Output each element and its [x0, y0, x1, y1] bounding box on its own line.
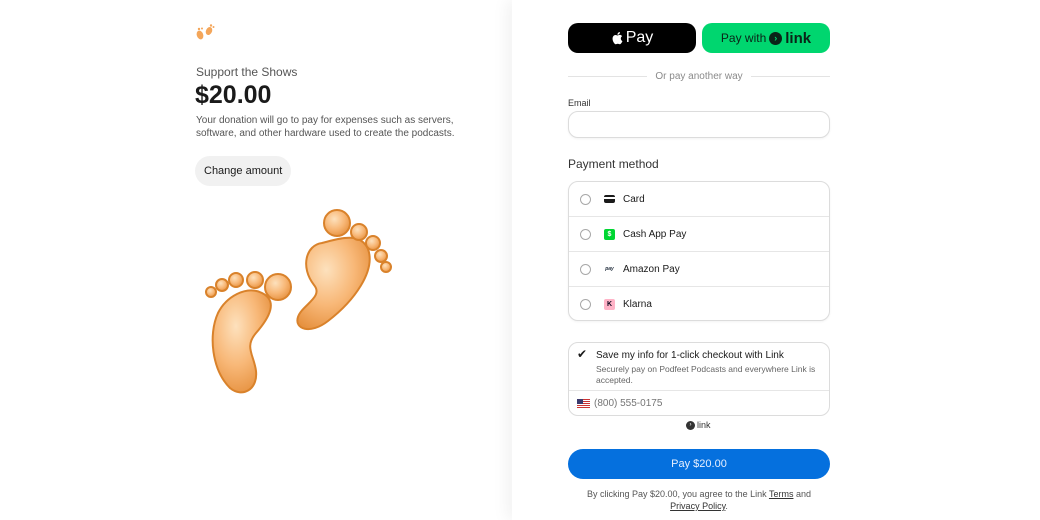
pay-button[interactable]: Pay $20.00	[568, 449, 830, 479]
save-info-row[interactable]: ✔ Save my info for 1-click checkout with…	[569, 343, 829, 391]
terms-link[interactable]: Terms	[769, 489, 794, 499]
payment-option-klarna[interactable]: K Klarna	[569, 287, 829, 320]
donation-amount: $20.00	[195, 81, 272, 109]
link-badge: › link	[686, 420, 711, 430]
payment-method-title: Payment method	[568, 157, 659, 171]
payment-option-label: Card	[623, 193, 645, 205]
save-info-title: Save my info for 1-click checkout with L…	[596, 350, 784, 361]
payment-option-amazon-pay[interactable]: pay Amazon Pay	[569, 252, 829, 287]
legal-text: By clicking Pay $20.00, you agree to the…	[568, 488, 830, 512]
legal-suffix: .	[725, 501, 728, 511]
legal-and: and	[795, 489, 811, 499]
footprints-image	[205, 209, 392, 394]
radio-button[interactable]	[580, 263, 591, 275]
payment-method-list: Card $ Cash App Pay pay Amazon Pay K Kla…	[568, 181, 830, 321]
pay-with-link-button[interactable]: Pay with › link	[702, 23, 830, 53]
express-checkout-row: Pay Pay with › link	[568, 23, 830, 53]
divider-line-left	[568, 75, 648, 77]
radio-button[interactable]	[580, 299, 591, 310]
phone-row	[569, 391, 829, 415]
apple-pay-button[interactable]: Pay	[568, 23, 696, 53]
payment-option-label: Amazon Pay	[623, 263, 680, 275]
payment-option-label: Klarna	[623, 299, 652, 310]
radio-button[interactable]	[580, 193, 591, 205]
divider-line-right	[750, 75, 831, 77]
klarna-icon: K	[604, 299, 615, 310]
email-label: Email	[568, 98, 591, 108]
divider-text: Or pay another way	[655, 70, 743, 82]
or-divider: Or pay another way	[568, 70, 831, 82]
apple-pay-label: Pay	[625, 29, 654, 46]
us-flag-icon	[577, 399, 590, 408]
apple-icon	[612, 32, 623, 45]
amazon-pay-icon: pay	[605, 266, 614, 272]
email-input[interactable]	[568, 111, 830, 138]
change-amount-button[interactable]: Change amount	[195, 156, 292, 186]
payment-option-card[interactable]: Card	[569, 182, 829, 217]
link-wordmark: link	[785, 29, 812, 47]
phone-input[interactable]	[594, 398, 794, 409]
merchant-logo-icon	[196, 24, 215, 40]
link-save-info-box: ✔ Save my info for 1-click checkout with…	[568, 342, 830, 416]
privacy-policy-link[interactable]: Privacy Policy	[670, 501, 725, 511]
link-arrow-icon: ›	[769, 31, 783, 45]
checkmark-icon[interactable]: ✔	[577, 347, 587, 361]
card-icon	[604, 195, 615, 203]
donation-description: Your donation will go to pay for expense…	[196, 115, 455, 139]
merchant-name: Support the Shows	[196, 65, 298, 79]
pay-with-label: Pay with	[720, 31, 767, 45]
save-info-subtitle: Securely pay on Podfeet Podcasts and eve…	[596, 364, 816, 385]
payment-option-label: Cash App Pay	[623, 228, 687, 240]
legal-prefix: By clicking Pay $20.00, you agree to the…	[587, 489, 767, 499]
radio-button[interactable]	[580, 228, 591, 240]
cash-app-icon: $	[604, 228, 615, 240]
payment-option-cash-app[interactable]: $ Cash App Pay	[569, 217, 829, 252]
merchant-summary-panel: Support the Shows $20.00 Your donation w…	[0, 0, 512, 520]
link-arrow-icon: ›	[686, 420, 695, 430]
link-badge-text: link	[697, 420, 711, 430]
